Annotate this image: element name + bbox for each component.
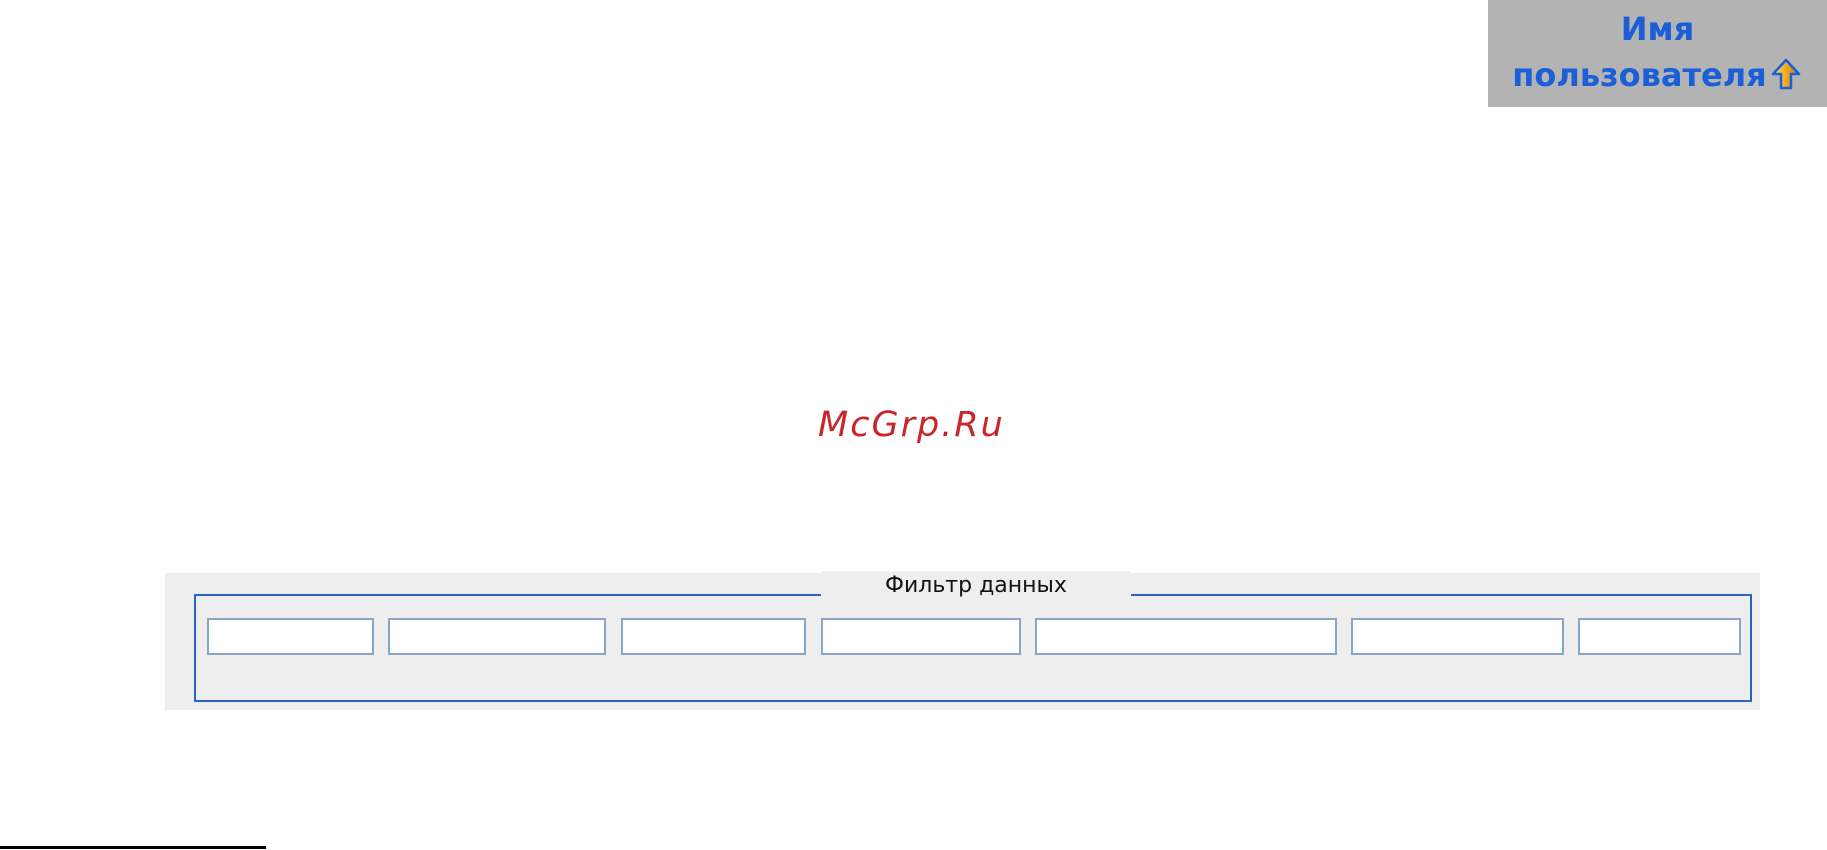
- filter-legend: Фильтр данных: [821, 571, 1131, 601]
- filter-input-2[interactable]: [388, 618, 606, 655]
- watermark-text: McGrp.Ru: [818, 405, 1005, 445]
- arrow-up-icon[interactable]: [1771, 58, 1801, 90]
- filter-input-1[interactable]: [207, 618, 374, 655]
- filter-input-5[interactable]: [1035, 618, 1337, 655]
- column-header-label-text: пользователя: [1512, 56, 1767, 94]
- column-header-label-line2: пользователя: [1488, 52, 1827, 98]
- column-header-username[interactable]: Имя пользователя: [1488, 0, 1827, 107]
- filter-input-4[interactable]: [821, 618, 1021, 655]
- filter-input-6[interactable]: [1351, 618, 1564, 655]
- column-header-label-line1: Имя: [1620, 10, 1695, 48]
- filter-input-3[interactable]: [621, 618, 806, 655]
- footnote-separator: [0, 846, 266, 849]
- filter-input-7[interactable]: [1578, 618, 1741, 655]
